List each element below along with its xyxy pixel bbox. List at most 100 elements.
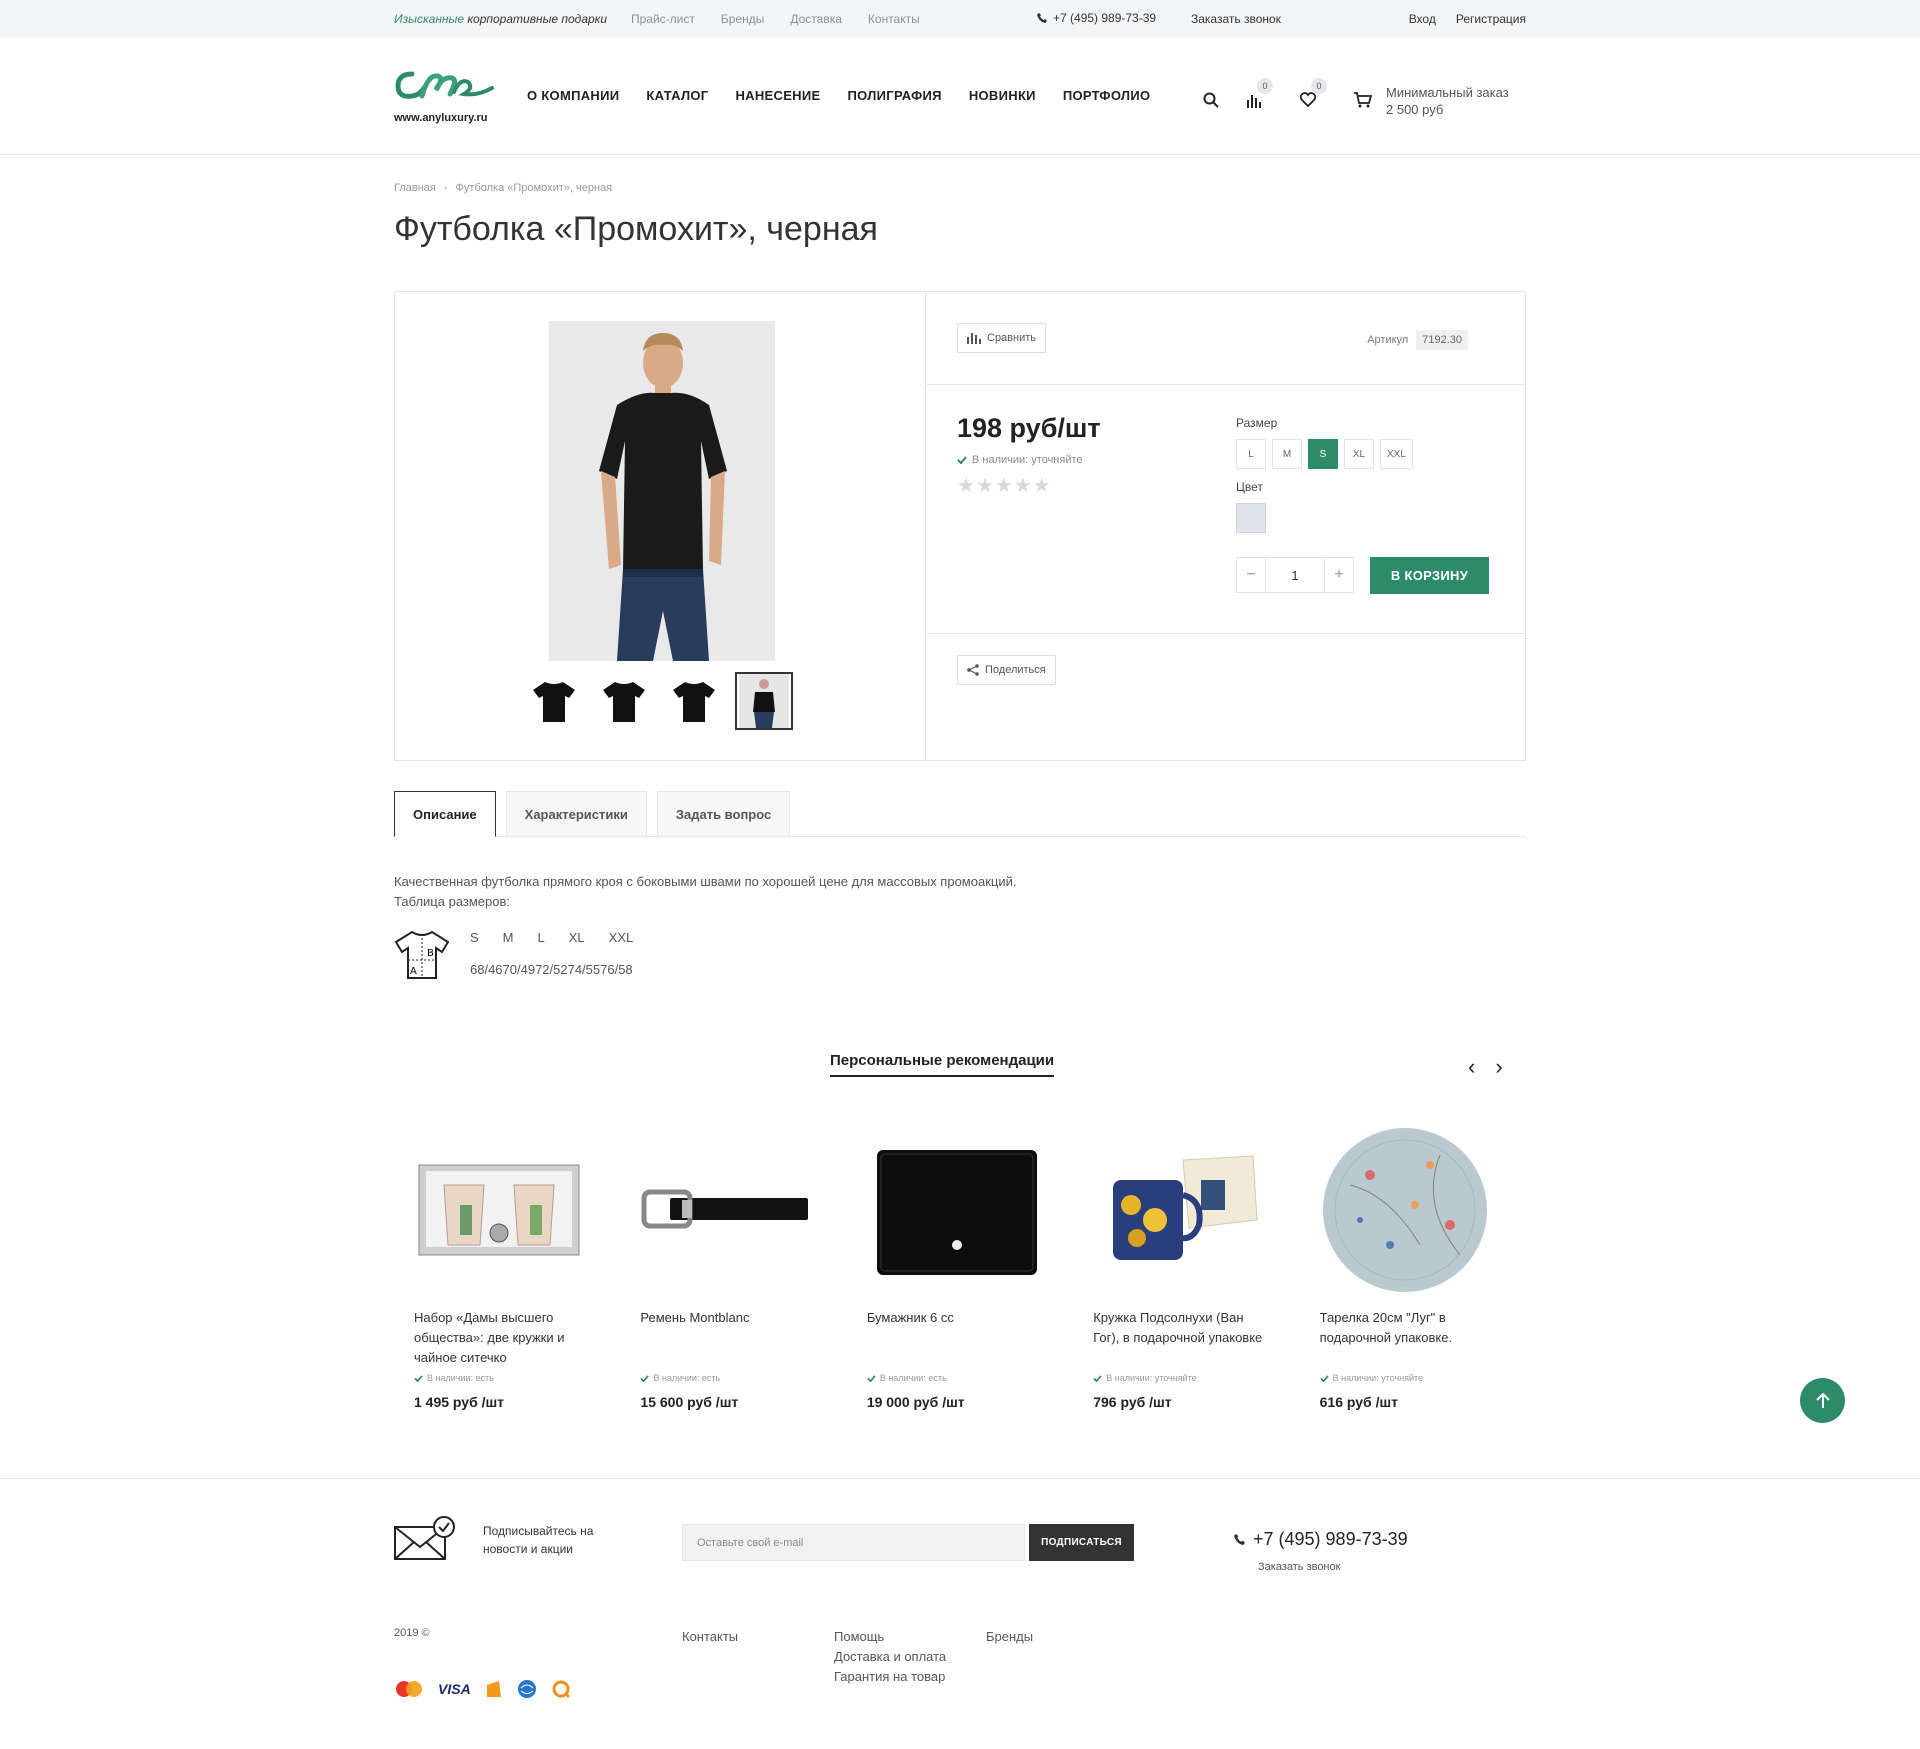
product-tile-price: 1 495 руб /шт <box>414 1394 505 1410</box>
thumbnail-1[interactable] <box>525 672 583 730</box>
thumbnail-4[interactable] <box>735 672 793 730</box>
logo-url: www.anyluxury.ru <box>394 112 488 124</box>
product-tile-image[interactable] <box>1320 1125 1490 1295</box>
star-icon[interactable]: ★ <box>976 475 995 497</box>
heart-icon[interactable] <box>1299 92 1317 112</box>
size-option-xl[interactable]: XL <box>1344 439 1374 469</box>
recommendation-list: Набор «Дамы высшего общества»: две кружк… <box>394 1125 1526 1425</box>
size-option-m[interactable]: M <box>1272 439 1302 469</box>
product-main-image[interactable] <box>549 321 775 661</box>
product-tile[interactable]: Набор «Дамы высшего общества»: две кружк… <box>394 1125 620 1425</box>
product-tile-name[interactable]: Кружка Подсолнухи (Ван Гог), в подарочно… <box>1093 1308 1273 1348</box>
cart-icon[interactable] <box>1354 92 1373 113</box>
product-tile-image[interactable] <box>414 1125 584 1295</box>
star-icon[interactable]: ★ <box>957 475 976 497</box>
quantity-increase-button[interactable]: + <box>1325 558 1353 592</box>
product-tile[interactable]: Кружка Подсолнухи (Ван Гог), в подарочно… <box>1073 1125 1299 1425</box>
star-icon[interactable]: ★ <box>1014 475 1033 497</box>
compare-icon[interactable] <box>1246 92 1262 113</box>
size-head-m: M <box>502 930 514 945</box>
product-tile-name[interactable]: Бумажник 6 cc <box>867 1308 1047 1328</box>
top-link-delivery[interactable]: Доставка <box>790 12 842 26</box>
model-photo-icon <box>739 674 789 728</box>
footer-link-delivery[interactable]: Доставка и оплата <box>834 1647 946 1667</box>
product-tile-price: 15 600 руб /шт <box>640 1394 739 1410</box>
product-tile[interactable]: Ремень Montblanc В наличии: есть 15 600 … <box>620 1125 846 1425</box>
footer-link-brands[interactable]: Бренды <box>986 1627 1033 1647</box>
top-link-pricelist[interactable]: Прайс-лист <box>631 12 695 26</box>
payment-methods: VISA <box>394 1679 571 1699</box>
footer-link-warranty[interactable]: Гарантия на товар <box>834 1667 946 1687</box>
chevron-right-icon[interactable]: › <box>1495 1054 1502 1080</box>
footer-link-contacts[interactable]: Контакты <box>682 1627 738 1647</box>
register-link[interactable]: Регистрация <box>1456 12 1526 26</box>
product-tile[interactable]: Бумажник 6 cc В наличии: есть 19 000 руб… <box>847 1125 1073 1425</box>
logo-mark-icon <box>395 71 494 99</box>
size-option-xxl[interactable]: XXL <box>1380 439 1413 469</box>
logo[interactable]: www.anyluxury.ru <box>394 66 504 126</box>
product-tile-stock-text: В наличии: есть <box>427 1373 494 1383</box>
size-table: B A S M L XL XXL 68/4670/4972/5274/5576/… <box>394 930 633 985</box>
star-icon[interactable]: ★ <box>995 475 1014 497</box>
nav-item-polygraphy[interactable]: ПОЛИГРАФИЯ <box>847 88 941 103</box>
product-tile-name[interactable]: Тарелка 20см "Луг" в подарочной упаковке… <box>1320 1308 1500 1348</box>
nav-item-printing[interactable]: НАНЕСЕНИЕ <box>735 88 820 103</box>
arrow-up-icon <box>1815 1392 1830 1408</box>
scroll-to-top-button[interactable] <box>1800 1378 1845 1423</box>
product-tile-name[interactable]: Ремень Montblanc <box>640 1308 820 1328</box>
top-callback-link[interactable]: Заказать звонок <box>1191 12 1281 26</box>
footer-callback-link[interactable]: Заказать звонок <box>1258 1561 1340 1573</box>
size-option-s[interactable]: S <box>1308 439 1338 469</box>
envelope-icon <box>394 1516 455 1560</box>
quantity-decrease-button[interactable]: − <box>1237 558 1265 592</box>
thumbnail-2[interactable] <box>595 672 653 730</box>
product-tile-image[interactable] <box>1093 1125 1263 1295</box>
stock-status: В наличии: уточняйте <box>957 454 1083 466</box>
product-tile-image[interactable] <box>640 1125 810 1295</box>
nav-item-company[interactable]: О КОМПАНИИ <box>527 88 619 103</box>
footer-link-help[interactable]: Помощь <box>834 1627 946 1647</box>
compare-button[interactable]: Сравнить <box>957 323 1047 353</box>
search-icon[interactable] <box>1203 92 1219 113</box>
footer-phone[interactable]: +7 (495) 989-73-39 <box>1234 1529 1408 1550</box>
add-to-cart-button[interactable]: В КОРЗИНУ <box>1370 557 1489 594</box>
header-icons: 0 0 Минимальный заказ 2 500 руб <box>1200 78 1530 122</box>
stock-text: В наличии: уточняйте <box>972 454 1083 466</box>
chevron-left-icon[interactable]: ‹ <box>1468 1054 1475 1080</box>
nav-item-catalog[interactable]: КАТАЛОГ <box>646 88 708 103</box>
breadcrumb-home[interactable]: Главная <box>394 182 436 194</box>
subscribe-button[interactable]: ПОДПИСАТЬСЯ <box>1029 1524 1134 1561</box>
share-button[interactable]: Поделиться <box>957 655 1056 685</box>
product-tile-name[interactable]: Набор «Дамы высшего общества»: две кружк… <box>414 1308 594 1368</box>
size-option-l[interactable]: L <box>1236 439 1266 469</box>
compare-count-badge: 0 <box>1257 78 1273 94</box>
svg-text:A: A <box>410 966 417 977</box>
breadcrumb: Главная - Футболка «Промохит», черная <box>394 182 612 194</box>
top-phone[interactable]: +7 (495) 989-73-39 <box>1037 11 1156 25</box>
visa-icon: VISA <box>438 1681 471 1697</box>
product-purchase: 198 руб/шт В наличии: уточняйте ★★★★★ Ра… <box>926 385 1526 634</box>
tab-description[interactable]: Описание <box>394 791 496 837</box>
star-icon[interactable]: ★ <box>1033 475 1052 497</box>
tab-characteristics[interactable]: Характеристики <box>505 791 647 837</box>
rating-stars[interactable]: ★★★★★ <box>957 473 1052 498</box>
thumbnail-3[interactable] <box>665 672 723 730</box>
top-link-brands[interactable]: Бренды <box>721 12 764 26</box>
copyright: 2019 © <box>394 1627 430 1639</box>
nav-item-new[interactable]: НОВИНКИ <box>969 88 1036 103</box>
recommendations-title[interactable]: Персональные рекомендации <box>830 1052 1055 1077</box>
compare-icon <box>967 333 981 344</box>
carousel-arrows: ‹ › <box>1468 1054 1503 1080</box>
login-link[interactable]: Вход <box>1409 12 1436 26</box>
nav-item-portfolio[interactable]: ПОРТФОЛИО <box>1063 88 1151 103</box>
quantity-input[interactable]: 1 <box>1265 558 1325 592</box>
product-tile-image[interactable] <box>867 1125 1037 1295</box>
product-tile[interactable]: Тарелка 20см "Луг" в подарочной упаковке… <box>1300 1125 1526 1425</box>
tab-ask-question[interactable]: Задать вопрос <box>656 791 791 837</box>
top-link-contacts[interactable]: Контакты <box>868 12 920 26</box>
top-links: Прайс-лист Бренды Доставка Контакты <box>631 12 920 26</box>
color-swatch[interactable] <box>1236 503 1266 533</box>
product-thumbnails <box>525 672 793 730</box>
email-field[interactable]: Оставьте свой e-mail <box>682 1524 1025 1561</box>
tshirt-measure-icon: B A <box>394 930 450 979</box>
